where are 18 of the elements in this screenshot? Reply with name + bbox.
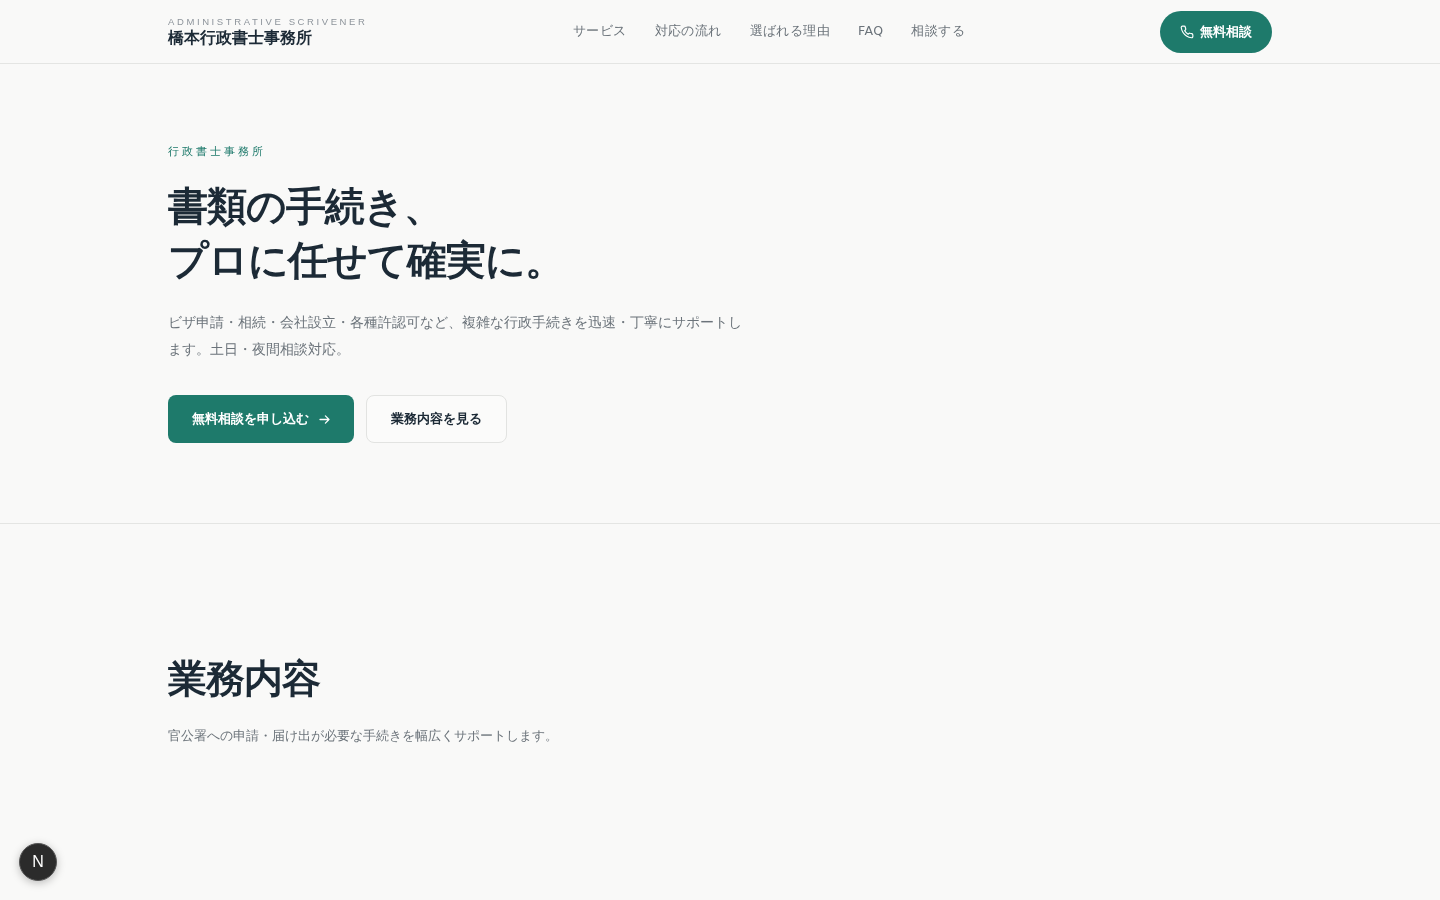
nav-link[interactable]: 選ばれる理由 bbox=[749, 23, 830, 40]
logo-tagline: ADMINISTRATIVE SCRIVENER bbox=[168, 15, 369, 28]
services-button[interactable]: 業務内容を見る bbox=[366, 395, 507, 443]
arrow-right-icon bbox=[319, 414, 330, 424]
hero-description: ビザ申請・相続・会社設立・各種許認可など、複雑な行政手続きを迅速・丁寧にサポートします。土日・夜間相談対応。 bbox=[168, 313, 743, 359]
consult-button[interactable]: 無料相談 bbox=[1160, 10, 1272, 53]
section-heading: 業務内容 bbox=[168, 655, 321, 703]
hero-eyebrow: 行政書士事務所 bbox=[168, 145, 267, 159]
apply-button[interactable]: 無料相談を申し込む bbox=[168, 395, 354, 443]
hero-heading: 書類の手続き、 プロに任せて確実に。 bbox=[168, 182, 565, 285]
dev-tools-badge[interactable]: N bbox=[19, 843, 57, 881]
logo-name[interactable]: 橋本行政書士事務所 bbox=[168, 27, 312, 48]
nav-link[interactable]: FAQ bbox=[858, 23, 884, 40]
section-description: 官公署への申請・届け出が必要な手続きを幅広くサポートします。 bbox=[168, 727, 559, 745]
phone-icon bbox=[1180, 24, 1194, 39]
nav-link[interactable]: 対応の流れ bbox=[654, 23, 722, 40]
nav-link[interactable]: 相談する bbox=[911, 23, 965, 40]
nav-link[interactable]: サービス bbox=[572, 23, 627, 40]
